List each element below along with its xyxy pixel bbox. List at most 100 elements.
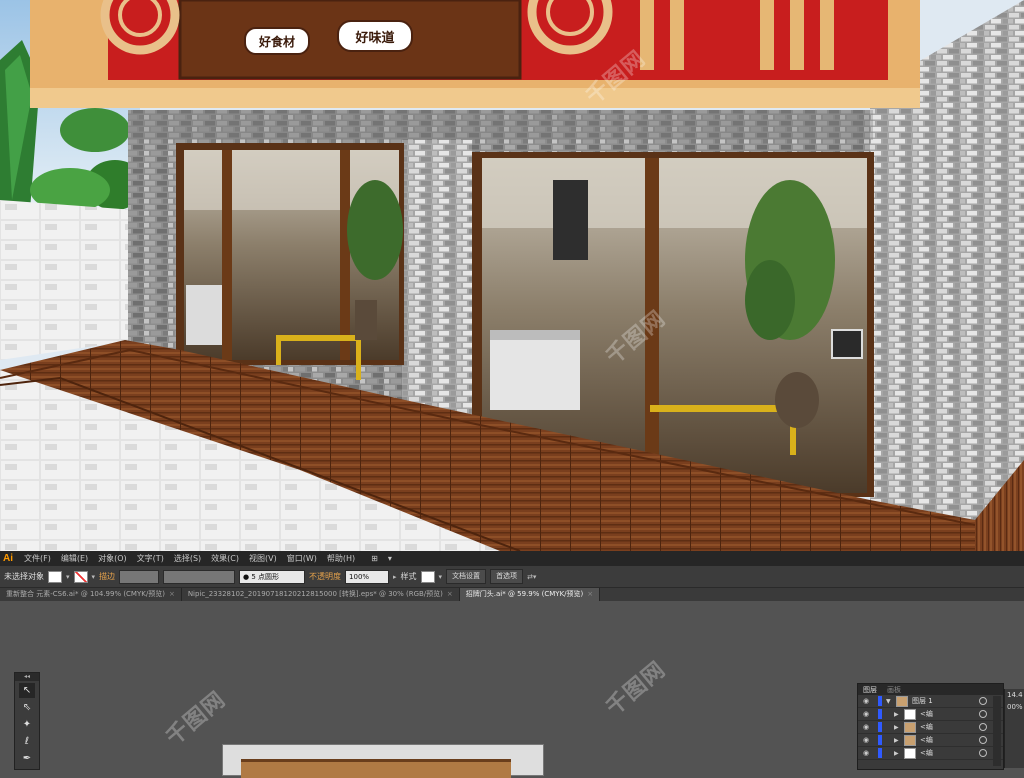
menu-edit[interactable]: 编辑(E) <box>56 553 93 564</box>
close-icon[interactable]: × <box>447 590 453 598</box>
chevron-down-icon[interactable]: ▼ <box>886 698 896 705</box>
target-icon[interactable] <box>979 749 987 757</box>
menu-type[interactable]: 文字(T) <box>132 553 169 564</box>
selection-tool-icon[interactable]: ↖ <box>19 683 35 698</box>
chevron-right-icon[interactable]: ▶ <box>894 750 904 757</box>
stroke-label[interactable]: 描边 <box>99 571 115 582</box>
layer-thumbnail <box>904 734 916 746</box>
magic-wand-tool-icon[interactable]: ✦ <box>19 717 35 732</box>
document-tabs: 重新整合 元素-CS6.ai* @ 104.99% (CMYK/预览) × Nip… <box>0 588 1024 601</box>
sublayer-name: <编 <box>920 749 933 757</box>
layer-row[interactable]: ◉ ▼ 图层 1 <box>858 695 1003 708</box>
sign-badge-left-text: 好食材 <box>258 34 295 49</box>
fill-swatch[interactable] <box>48 570 62 583</box>
layer-thumbnail <box>896 695 908 707</box>
sublayer-row[interactable]: ◉ ▶ <编 <box>858 708 1003 721</box>
document-tab-title: 重新整合 元素-CS6.ai* @ 104.99% (CMYK/预览) <box>6 590 165 598</box>
menu-object[interactable]: 对象(O) <box>93 553 132 564</box>
chevron-right-icon[interactable]: ▶ <box>894 737 904 744</box>
layers-scrollbar[interactable] <box>993 696 1001 766</box>
menu-view[interactable]: 视图(V) <box>244 553 282 564</box>
chevron-down-icon[interactable]: ▾ <box>92 573 96 581</box>
chevron-right-icon[interactable]: ▶ <box>894 724 904 731</box>
document-tab[interactable]: 重新整合 元素-CS6.ai* @ 104.99% (CMYK/预览) × <box>0 588 182 601</box>
chevron-down-icon[interactable]: ▾ <box>439 573 443 581</box>
sign-badge-right: 好味道 <box>337 20 413 52</box>
chevron-down-icon[interactable]: ▾ <box>66 573 70 581</box>
menu-bar: Ai 文件(F) 编辑(E) 对象(O) 文字(T) 选择(S) 效果(C) 视… <box>0 551 1024 566</box>
artboard-artwork[interactable] <box>241 759 511 778</box>
illustrator-workspace: Ai 文件(F) 编辑(E) 对象(O) 文字(T) 选择(S) 效果(C) 视… <box>0 551 1024 778</box>
chevron-down-icon[interactable]: ▸ <box>393 573 397 581</box>
layer-color-bar <box>878 722 882 732</box>
brush-field[interactable]: ● 5 点圆形 <box>239 569 306 584</box>
target-icon[interactable] <box>979 723 987 731</box>
watermark: 千图网 <box>161 686 231 751</box>
stroke-swatch[interactable] <box>73 570 88 583</box>
eye-icon[interactable]: ◉ <box>858 697 874 705</box>
close-icon[interactable]: × <box>169 590 175 598</box>
document-tab-title: Nipic_23328102_20190718120212815000 [转换]… <box>187 590 443 598</box>
eye-icon[interactable]: ◉ <box>858 710 874 718</box>
layer-thumbnail <box>904 708 916 720</box>
eye-icon[interactable]: ◉ <box>858 736 874 744</box>
layer-color-bar <box>878 709 882 719</box>
preferences-button[interactable]: 首选项 <box>490 569 524 584</box>
variable-width-field[interactable] <box>163 569 236 584</box>
storefront-render-canvas: 好食材 好味道 千图网 千图网 <box>0 0 1024 551</box>
eye-icon[interactable]: ◉ <box>858 749 874 757</box>
sign-badge-left: 好食材 <box>244 27 310 55</box>
style-label: 样式 <box>400 572 417 581</box>
style-swatch[interactable] <box>420 570 435 583</box>
opacity-field[interactable]: 100% <box>345 569 390 584</box>
layer-thumbnail <box>904 721 916 733</box>
tools-panel-grip[interactable]: ◂◂ <box>15 673 39 681</box>
lasso-tool-icon[interactable]: ℓ <box>19 734 35 749</box>
layers-panel: 图层 画板 ◉ ▼ 图层 1 ◉ ▶ <编 ◉ ▶ <编 ◉ ▶ <编 ◉ ▶ … <box>857 683 1004 770</box>
side-value-2[interactable]: 00% <box>1005 701 1024 713</box>
stroke-weight-field[interactable] <box>119 569 160 584</box>
menu-window[interactable]: 窗口(W) <box>282 553 322 564</box>
menu-help[interactable]: 帮助(H) <box>322 553 360 564</box>
app-logo: Ai <box>3 553 13 564</box>
sublayer-row[interactable]: ◉ ▶ <编 <box>858 734 1003 747</box>
target-icon[interactable] <box>979 710 987 718</box>
document-tab-title: 招牌门头.ai* @ 59.9% (CMYK/预览) <box>465 590 584 598</box>
workspace-icon[interactable]: ⊞ <box>366 554 383 563</box>
direct-selection-tool-icon[interactable]: ⇖ <box>19 700 35 715</box>
control-bar: 未选择对象 ▾ ▾ 描边 ● 5 点圆形 不透明度 100% ▸ 样式 ▾ 文档设… <box>0 566 1024 588</box>
sign-badge-right-text: 好味道 <box>355 30 395 46</box>
target-icon[interactable] <box>979 736 987 744</box>
layer-color-bar <box>878 735 882 745</box>
sublayer-name: <编 <box>920 710 933 718</box>
storefront-illustration <box>0 0 1024 551</box>
artboard[interactable] <box>222 744 544 778</box>
arrange-icon[interactable]: ⇄▾ <box>527 573 536 581</box>
chevron-right-icon[interactable]: ▶ <box>894 711 904 718</box>
pen-tool-icon[interactable]: ✒ <box>19 751 35 766</box>
opacity-label[interactable]: 不透明度 <box>309 571 341 582</box>
transform-side-panel: 14.4 00% <box>1004 689 1024 768</box>
workspace-menu-icon[interactable]: ▾ <box>383 554 397 563</box>
close-icon[interactable]: × <box>587 590 593 598</box>
sublayer-row[interactable]: ◉ ▶ <编 <box>858 747 1003 760</box>
selection-status: 未选择对象 <box>4 572 44 581</box>
tools-panel: ◂◂ ↖ ⇖ ✦ ℓ ✒ <box>14 672 40 770</box>
document-setup-button[interactable]: 文档设置 <box>446 569 487 584</box>
layer-color-bar <box>878 748 882 758</box>
layer-thumbnail <box>904 747 916 759</box>
menu-select[interactable]: 选择(S) <box>169 553 206 564</box>
side-value-1[interactable]: 14.4 <box>1005 689 1024 701</box>
menu-file[interactable]: 文件(F) <box>19 553 56 564</box>
eye-icon[interactable]: ◉ <box>858 723 874 731</box>
layer-name: 图层 1 <box>912 697 933 705</box>
brush-label: 5 点圆形 <box>251 572 280 581</box>
sublayer-row[interactable]: ◉ ▶ <编 <box>858 721 1003 734</box>
document-tab[interactable]: Nipic_23328102_20190718120212815000 [转换]… <box>182 588 460 601</box>
target-icon[interactable] <box>979 697 987 705</box>
tab-layers[interactable]: 图层 <box>858 685 882 695</box>
menu-effect[interactable]: 效果(C) <box>206 553 244 564</box>
document-tab-active[interactable]: 招牌门头.ai* @ 59.9% (CMYK/预览) × <box>459 588 601 601</box>
tab-artboards[interactable]: 画板 <box>882 685 906 695</box>
sublayer-name: <编 <box>920 736 933 744</box>
